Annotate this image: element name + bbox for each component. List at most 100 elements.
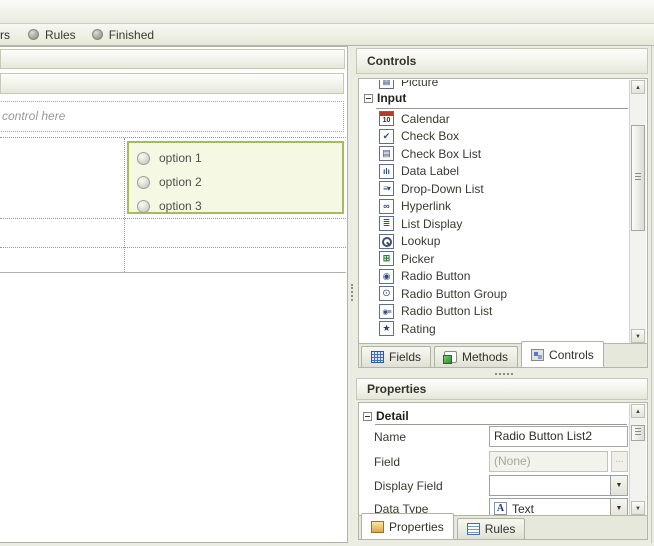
rules-icon xyxy=(466,523,480,535)
control-item-check-box-list[interactable]: Check Box List xyxy=(360,145,629,162)
tab-label: Rules xyxy=(484,522,516,536)
top-strip xyxy=(0,0,654,24)
scroll-down-icon[interactable]: ▼ xyxy=(631,501,645,515)
control-item-label: Radio Button Group xyxy=(401,286,508,301)
calendar-icon xyxy=(379,111,394,126)
controls-scrollbar[interactable]: ▲ ▼ xyxy=(629,80,646,343)
rating-icon xyxy=(379,321,394,336)
tab-label: Fields xyxy=(389,350,422,364)
control-item-label: Radio Button xyxy=(401,269,471,283)
list-display-icon xyxy=(379,216,394,231)
table-row-divider xyxy=(0,218,346,219)
table-column-divider xyxy=(124,138,125,272)
window-edge xyxy=(651,46,652,543)
radio-button-icon xyxy=(137,151,150,165)
control-item-radio-button-group[interactable]: Radio Button Group xyxy=(360,285,629,302)
display-field-dropdown[interactable]: ▼ xyxy=(489,475,628,496)
tab-label: Controls xyxy=(549,347,594,362)
control-item-hyperlink[interactable]: Hyperlink xyxy=(360,198,629,215)
control-item-check-box[interactable]: Check Box xyxy=(360,128,629,145)
horizontal-splitter[interactable] xyxy=(356,370,654,378)
properties-icon xyxy=(371,520,384,533)
scrollbar-thumb[interactable] xyxy=(631,125,645,231)
collapse-minus-icon[interactable] xyxy=(363,411,372,421)
control-item-list-display[interactable]: List Display xyxy=(360,215,629,232)
control-item-radio-button-list[interactable]: Radio Button List xyxy=(360,303,629,320)
properties-scrollbar[interactable]: ▲ ▼ xyxy=(629,404,646,515)
control-item-rating[interactable]: Rating xyxy=(360,320,629,337)
fields-icon xyxy=(371,351,384,363)
picture-icon xyxy=(379,80,394,89)
status-sphere-icon xyxy=(91,29,103,40)
hyperlink-icon xyxy=(379,198,394,214)
control-item-label: Drop-Down List xyxy=(401,181,484,196)
properties-tab-properties[interactable]: Properties xyxy=(361,513,454,539)
check-box-list-icon xyxy=(379,146,394,161)
layout-table[interactable]: option 1 option 2 option 3 xyxy=(0,137,346,273)
toolbox-tab-controls[interactable]: Controls xyxy=(521,341,604,367)
properties-panel-title: Properties xyxy=(367,382,427,396)
design-canvas: control here option 1 option 2 option 3 xyxy=(0,46,348,543)
collapse-minus-icon[interactable] xyxy=(364,93,373,103)
canvas-header-row-1[interactable] xyxy=(0,49,345,69)
control-item-label: Picker xyxy=(401,251,435,266)
control-group-input: Input xyxy=(360,90,629,106)
name-input[interactable]: Radio Button List2 xyxy=(489,426,628,447)
vertical-splitter[interactable] xyxy=(348,46,356,543)
scroll-down-icon[interactable]: ▼ xyxy=(631,329,645,343)
controls-icon xyxy=(531,348,545,361)
toolbar-item-finished[interactable]: Finished xyxy=(91,27,155,42)
control-item-radio-button[interactable]: Radio Button xyxy=(360,268,629,285)
scroll-up-icon[interactable]: ▲ xyxy=(631,404,645,418)
picker-icon xyxy=(379,251,394,266)
detail-section-header: Detail xyxy=(363,408,409,424)
control-item-data-label[interactable]: Data Label xyxy=(360,163,629,180)
radio-option-row: option 1 xyxy=(129,146,342,170)
methods-icon xyxy=(443,351,458,364)
control-item-label: Calendar xyxy=(401,111,450,126)
controls-toolbox: Picture Input Calendar Check Box Check Box… xyxy=(358,78,648,368)
toolbox-tab-fields[interactable]: Fields xyxy=(361,346,432,367)
radio-option-label: option 2 xyxy=(159,175,202,189)
field-browse-button[interactable]: ... xyxy=(611,451,628,472)
control-item-label: Hyperlink xyxy=(401,199,452,213)
toolbar-item-partial[interactable]: rs xyxy=(0,28,10,42)
drop-zone[interactable]: control here xyxy=(0,101,344,132)
property-row-field: Field (None) ... xyxy=(359,451,647,472)
control-item-calendar[interactable]: Calendar xyxy=(360,110,629,127)
control-item-label: Check Box xyxy=(401,129,460,143)
selected-radio-button-list-control[interactable]: option 1 option 2 option 3 xyxy=(127,141,344,214)
control-item-lookup[interactable]: Lookup xyxy=(360,233,629,250)
toolbox-tab-methods[interactable]: Methods xyxy=(434,346,519,367)
control-item-label: List Display xyxy=(401,216,463,231)
radio-option-row: option 3 xyxy=(129,194,342,218)
radio-option-label: option 1 xyxy=(159,151,202,165)
control-item-label: Rating xyxy=(401,321,436,336)
tab-label: Properties xyxy=(389,519,444,534)
controls-list: Picture Input Calendar Check Box Check Box… xyxy=(360,80,629,343)
radio-option-label: option 3 xyxy=(159,199,202,213)
control-item-label: Lookup xyxy=(401,234,441,248)
toolbar-item-label: Finished xyxy=(108,27,155,42)
table-row-divider xyxy=(0,247,346,248)
property-row-name: Name Radio Button List2 xyxy=(359,426,647,447)
control-item-picture-partial[interactable]: Picture xyxy=(360,80,629,90)
splitter-grip-icon xyxy=(351,284,353,301)
control-item-picker[interactable]: Picker xyxy=(360,250,629,267)
toolbar-item-rules[interactable]: Rules xyxy=(28,28,76,42)
properties-tab-rules[interactable]: Rules xyxy=(456,518,526,539)
field-input: (None) xyxy=(489,451,608,472)
scroll-up-icon[interactable]: ▲ xyxy=(631,80,645,94)
properties-panel-header: Properties xyxy=(356,378,648,400)
controls-panel-header: Controls xyxy=(356,48,648,74)
toolbar: rs Rules Finished xyxy=(0,24,654,46)
scrollbar-thumb[interactable] xyxy=(631,425,645,441)
radio-option-row: option 2 xyxy=(129,170,342,194)
chevron-down-icon[interactable]: ▼ xyxy=(610,476,627,495)
data-label-icon xyxy=(379,163,394,179)
drop-zone-hint: control here xyxy=(2,109,66,123)
control-item-drop-down-list[interactable]: Drop-Down List xyxy=(360,180,629,197)
controls-tabstrip: Fields Methods Controls xyxy=(359,341,647,367)
canvas-header-row-2[interactable] xyxy=(0,73,344,94)
radio-button-list-icon xyxy=(379,303,394,319)
